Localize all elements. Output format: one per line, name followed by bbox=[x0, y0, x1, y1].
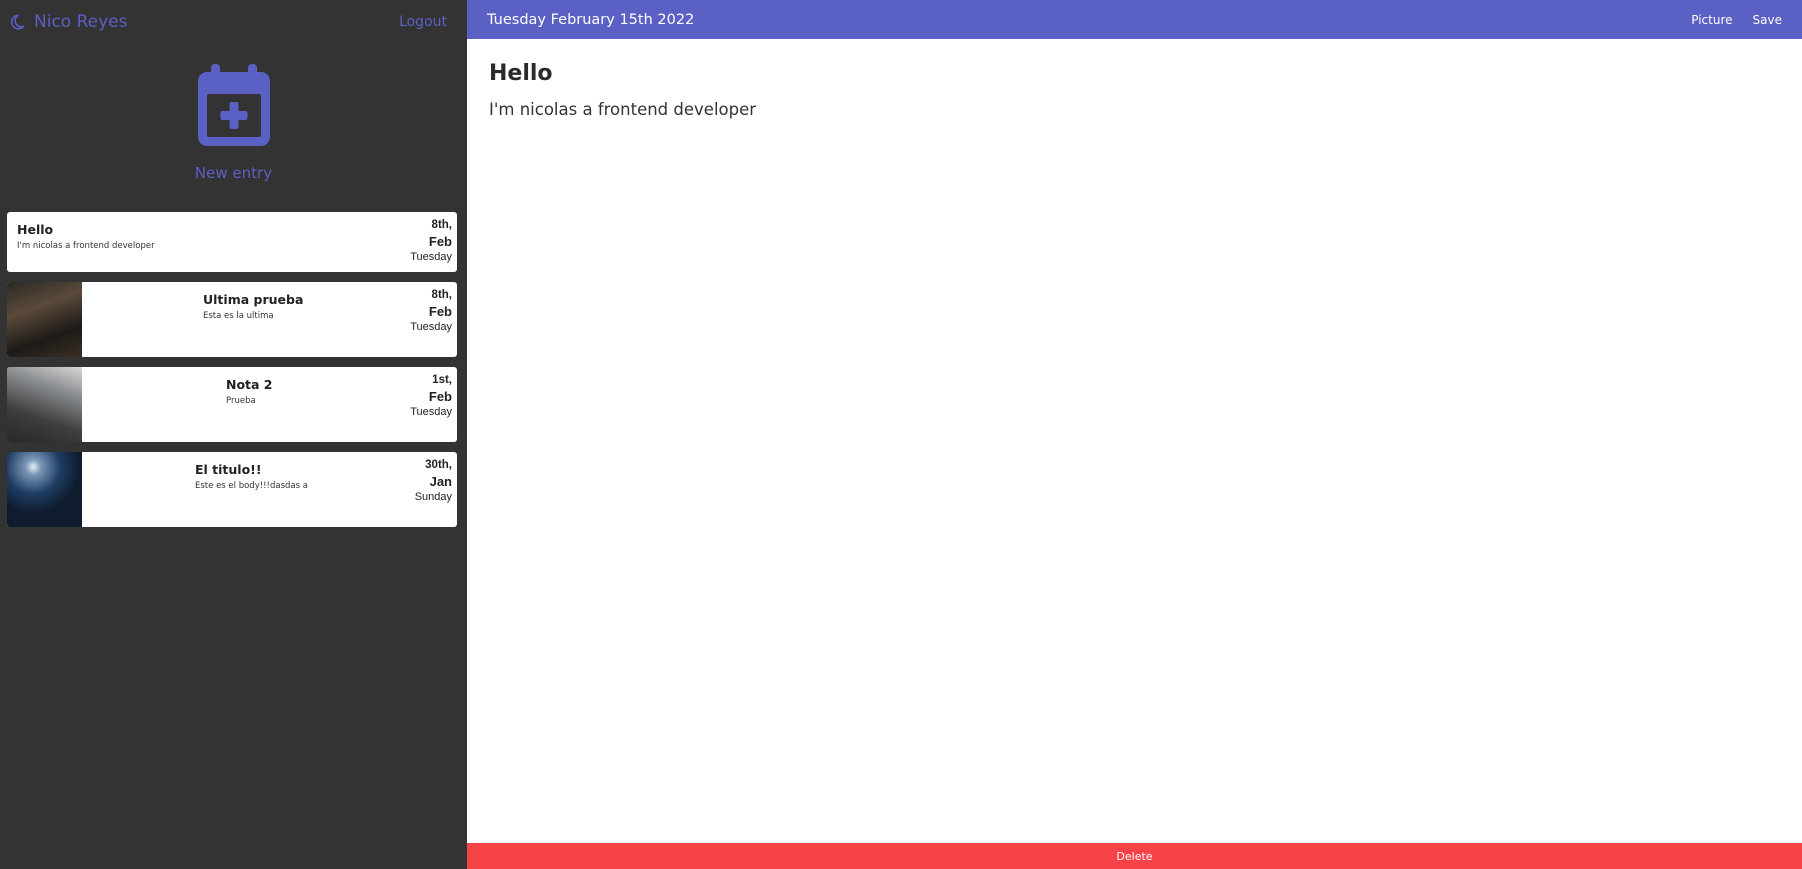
entry-weekday: Tuesday bbox=[410, 406, 452, 418]
save-button[interactable]: Save bbox=[1753, 13, 1782, 27]
entry-thumbnail bbox=[7, 367, 82, 442]
entry-body: Nota 2 Prueba 1st, Feb Tuesday bbox=[82, 367, 457, 442]
top-actions: Picture Save bbox=[1691, 13, 1782, 27]
entry-date: 8th, Feb Tuesday bbox=[410, 289, 452, 333]
entry-snippet: I'm nicolas a frontend developer bbox=[17, 241, 155, 251]
entry-text: Ultima prueba Esta es la ultima bbox=[203, 292, 303, 321]
logout-button[interactable]: Logout bbox=[399, 14, 447, 30]
entry-title: Hello bbox=[17, 222, 54, 237]
entry-body: Hello I'm nicolas a frontend developer 8… bbox=[7, 212, 457, 272]
entry-snippet: Esta es la ultima bbox=[203, 311, 274, 321]
user-info: Nico Reyes bbox=[8, 12, 127, 32]
entry-body: El titulo!! Este es el body!!!dasdas a 3… bbox=[82, 452, 457, 527]
entry-title: Ultima prueba bbox=[203, 292, 304, 307]
entry-thumbnail bbox=[7, 282, 82, 357]
new-entry-label: New entry bbox=[194, 164, 273, 182]
moon-icon bbox=[10, 14, 25, 30]
sidebar: Nico Reyes Logout New entry Hello I'm ni… bbox=[0, 0, 467, 869]
entry-item[interactable]: Nota 2 Prueba 1st, Feb Tuesday bbox=[7, 367, 457, 442]
entry-item[interactable]: Ultima prueba Esta es la ultima 8th, Feb… bbox=[7, 282, 457, 357]
calendar-plus-icon bbox=[197, 64, 270, 146]
entry-date: 1st, Feb Tuesday bbox=[410, 374, 452, 418]
entry-item[interactable]: El titulo!! Este es el body!!!dasdas a 3… bbox=[7, 452, 457, 527]
entry-day: 1st, bbox=[432, 374, 452, 386]
entry-month: Feb bbox=[428, 304, 452, 319]
sidebar-header: Nico Reyes Logout bbox=[0, 0, 467, 44]
entry-item[interactable]: Hello I'm nicolas a frontend developer 8… bbox=[7, 212, 457, 272]
entry-text: Nota 2 Prueba bbox=[226, 377, 273, 406]
entry-month: Feb bbox=[428, 389, 452, 404]
entry-day: 8th, bbox=[431, 289, 452, 301]
entry-text: El titulo!! Este es el body!!!dasdas a bbox=[195, 462, 308, 491]
entry-weekday: Tuesday bbox=[410, 321, 452, 333]
entry-month: Feb bbox=[428, 234, 452, 249]
entry-body: Ultima prueba Esta es la ultima 8th, Feb… bbox=[82, 282, 457, 357]
entry-snippet: Este es el body!!!dasdas a bbox=[195, 481, 308, 491]
entry-month: Jan bbox=[429, 474, 452, 489]
entry-title: El titulo!! bbox=[195, 462, 262, 477]
entry-snippet: Prueba bbox=[226, 396, 256, 406]
entry-date: 30th, Jan Sunday bbox=[415, 459, 452, 503]
current-date: Tuesday February 15th 2022 bbox=[487, 11, 695, 28]
delete-label: Delete bbox=[1116, 849, 1153, 863]
entry-weekday: Sunday bbox=[414, 491, 452, 503]
delete-button[interactable]: Delete bbox=[467, 843, 1802, 869]
entry-list: Hello I'm nicolas a frontend developer 8… bbox=[0, 212, 467, 527]
picture-button[interactable]: Picture bbox=[1691, 13, 1732, 27]
entry-weekday: Tuesday bbox=[410, 251, 452, 263]
top-bar: Tuesday February 15th 2022 Picture Save bbox=[467, 0, 1802, 39]
note-body-textarea[interactable]: I'm nicolas a frontend developer bbox=[489, 100, 1780, 700]
main-panel: Tuesday February 15th 2022 Picture Save … bbox=[467, 0, 1802, 869]
entry-date: 8th, Feb Tuesday bbox=[410, 219, 452, 263]
entry-thumbnail bbox=[7, 452, 82, 527]
entry-day: 30th, bbox=[425, 459, 452, 471]
note-editor: I'm nicolas a frontend developer bbox=[467, 39, 1802, 843]
entry-day: 8th, bbox=[431, 219, 452, 231]
entry-title: Nota 2 bbox=[226, 377, 273, 392]
note-title-input[interactable] bbox=[489, 61, 1780, 86]
new-entry-button[interactable]: New entry bbox=[0, 64, 467, 182]
entry-text: Hello I'm nicolas a frontend developer bbox=[17, 222, 155, 251]
user-name: Nico Reyes bbox=[34, 12, 128, 32]
